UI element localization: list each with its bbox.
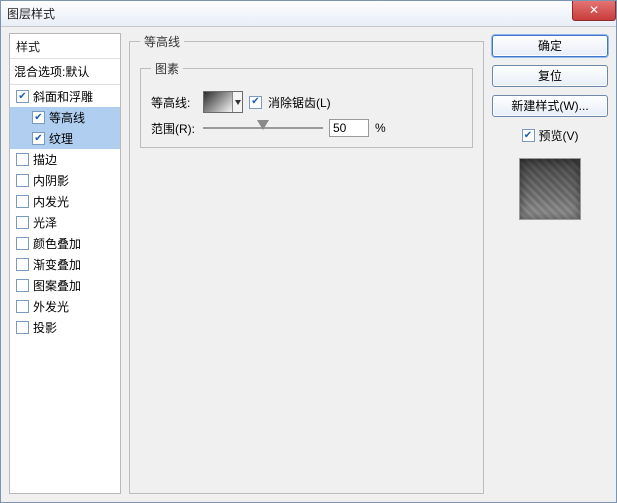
titlebar: 图层样式 ✕ bbox=[1, 1, 616, 27]
style-item[interactable]: 内发光 bbox=[10, 191, 120, 212]
style-item-label: 斜面和浮雕 bbox=[33, 88, 93, 105]
style-checkbox[interactable] bbox=[32, 132, 45, 145]
antialias-checkbox[interactable] bbox=[249, 96, 262, 109]
style-checkbox[interactable] bbox=[16, 90, 29, 103]
dialog-body: 样式 混合选项:默认 斜面和浮雕等高线纹理描边内阴影内发光光泽颜色叠加渐变叠加图… bbox=[1, 27, 616, 502]
range-label: 范围(R): bbox=[151, 120, 197, 137]
style-item-label: 颜色叠加 bbox=[33, 235, 81, 252]
action-panel: 确定 复位 新建样式(W)... 预览(V) bbox=[492, 33, 608, 494]
divider bbox=[10, 84, 120, 85]
style-item-label: 内阴影 bbox=[33, 172, 69, 189]
style-item-label: 外发光 bbox=[33, 298, 69, 315]
elements-group: 图素 等高线: 消除锯齿(L) 范围(R): bbox=[140, 60, 473, 148]
style-item[interactable]: 投影 bbox=[10, 317, 120, 338]
style-item-label: 等高线 bbox=[49, 109, 85, 126]
style-item-label: 光泽 bbox=[33, 214, 57, 231]
range-input[interactable] bbox=[329, 119, 369, 137]
close-button[interactable]: ✕ bbox=[572, 1, 616, 21]
contour-picker[interactable] bbox=[203, 91, 243, 113]
style-checkbox[interactable] bbox=[16, 237, 29, 250]
style-item[interactable]: 图案叠加 bbox=[10, 275, 120, 296]
style-item[interactable]: 描边 bbox=[10, 149, 120, 170]
settings-panel: 等高线 图素 等高线: 消除锯齿(L) bbox=[129, 33, 484, 494]
contour-group-title: 等高线 bbox=[140, 33, 184, 50]
style-item[interactable]: 外发光 bbox=[10, 296, 120, 317]
layer-style-dialog: 图层样式 ✕ 样式 混合选项:默认 斜面和浮雕等高线纹理描边内阴影内发光光泽颜色… bbox=[0, 0, 617, 503]
preview-label: 预览(V) bbox=[539, 127, 579, 144]
style-checkbox[interactable] bbox=[16, 279, 29, 292]
contour-label: 等高线: bbox=[151, 94, 197, 111]
close-icon: ✕ bbox=[589, 3, 599, 17]
contour-group: 等高线 图素 等高线: 消除锯齿(L) bbox=[129, 33, 484, 494]
chevron-down-icon bbox=[235, 100, 241, 105]
contour-row: 等高线: 消除锯齿(L) bbox=[151, 91, 462, 113]
style-item[interactable]: 纹理 bbox=[10, 128, 120, 149]
style-item[interactable]: 等高线 bbox=[10, 107, 120, 128]
styles-list: 斜面和浮雕等高线纹理描边内阴影内发光光泽颜色叠加渐变叠加图案叠加外发光投影 bbox=[10, 86, 120, 338]
range-row: 范围(R): % bbox=[151, 119, 462, 137]
reset-button[interactable]: 复位 bbox=[492, 65, 608, 87]
range-slider[interactable] bbox=[203, 120, 323, 136]
elements-group-title: 图素 bbox=[151, 60, 183, 77]
styles-panel: 样式 混合选项:默认 斜面和浮雕等高线纹理描边内阴影内发光光泽颜色叠加渐变叠加图… bbox=[9, 33, 121, 494]
style-checkbox[interactable] bbox=[16, 195, 29, 208]
preview-thumbnail bbox=[519, 158, 581, 220]
contour-dropdown-button[interactable] bbox=[232, 92, 242, 112]
style-item-label: 纹理 bbox=[49, 130, 73, 147]
style-item-label: 渐变叠加 bbox=[33, 256, 81, 273]
style-checkbox[interactable] bbox=[16, 300, 29, 313]
style-checkbox[interactable] bbox=[32, 111, 45, 124]
style-item[interactable]: 颜色叠加 bbox=[10, 233, 120, 254]
style-checkbox[interactable] bbox=[16, 216, 29, 229]
styles-header[interactable]: 样式 bbox=[10, 34, 120, 59]
style-item[interactable]: 渐变叠加 bbox=[10, 254, 120, 275]
style-item-label: 投影 bbox=[33, 319, 57, 336]
style-item[interactable]: 内阴影 bbox=[10, 170, 120, 191]
preview-toggle[interactable]: 预览(V) bbox=[492, 127, 608, 144]
style-checkbox[interactable] bbox=[16, 153, 29, 166]
style-item-label: 描边 bbox=[33, 151, 57, 168]
style-checkbox[interactable] bbox=[16, 321, 29, 334]
contour-curve-icon bbox=[204, 92, 232, 112]
ok-button[interactable]: 确定 bbox=[492, 35, 608, 57]
window-title: 图层样式 bbox=[7, 5, 55, 22]
style-checkbox[interactable] bbox=[16, 174, 29, 187]
slider-thumb[interactable] bbox=[257, 120, 269, 130]
blend-options[interactable]: 混合选项:默认 bbox=[10, 59, 120, 83]
blend-options-label: 混合选项:默认 bbox=[14, 65, 89, 79]
style-item[interactable]: 斜面和浮雕 bbox=[10, 86, 120, 107]
preview-checkbox[interactable] bbox=[522, 129, 535, 142]
range-unit: % bbox=[375, 121, 386, 135]
style-checkbox[interactable] bbox=[16, 258, 29, 271]
antialias-label: 消除锯齿(L) bbox=[268, 94, 331, 111]
style-item-label: 内发光 bbox=[33, 193, 69, 210]
new-style-button[interactable]: 新建样式(W)... bbox=[492, 95, 608, 117]
style-item[interactable]: 光泽 bbox=[10, 212, 120, 233]
style-item-label: 图案叠加 bbox=[33, 277, 81, 294]
